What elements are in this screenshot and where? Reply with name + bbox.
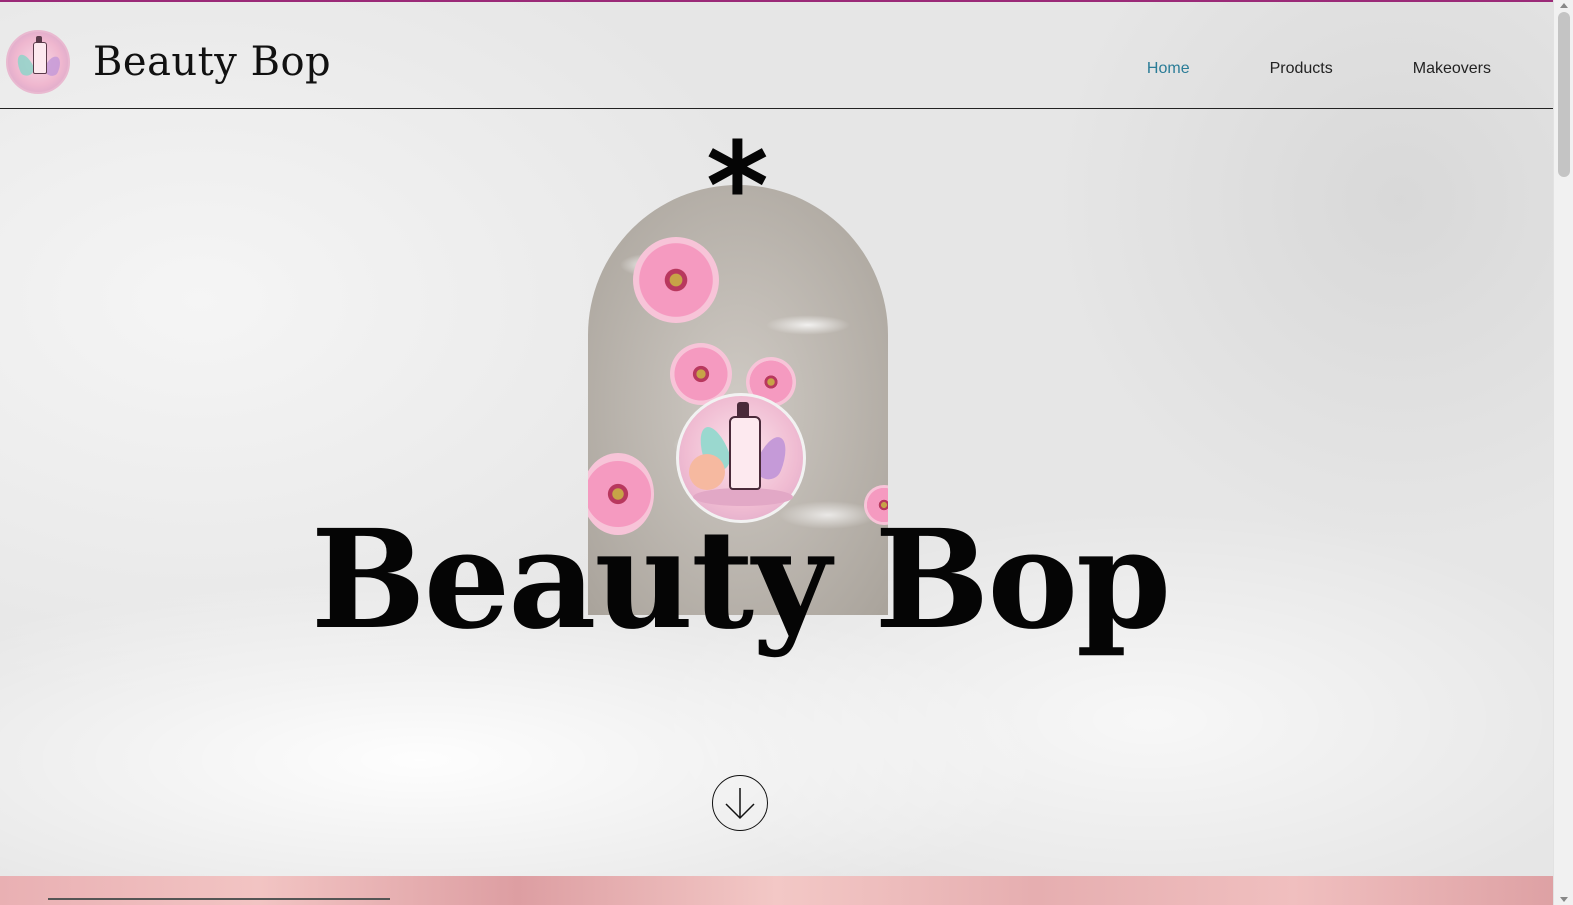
arrow-down-icon — [725, 788, 755, 820]
vertical-scrollbar[interactable] — [1553, 0, 1573, 905]
site-title[interactable]: Beauty Bop — [93, 36, 331, 88]
hero-title: Beauty Bop — [310, 500, 1171, 660]
next-section-strip — [0, 876, 1553, 905]
main-nav: Home Products Makeovers — [1067, 60, 1491, 78]
scroll-down-button[interactable] — [712, 775, 768, 831]
asterisk-decoration: * — [706, 118, 769, 257]
badge-flower-icon — [689, 454, 725, 490]
badge-bottle-icon — [729, 416, 761, 490]
nav-item-makeovers[interactable]: Makeovers — [1413, 60, 1491, 78]
scroll-down-arrow-icon[interactable] — [1560, 897, 1568, 902]
site-header: Beauty Bop Home Products Makeovers — [0, 2, 1553, 109]
bottom-divider — [48, 898, 390, 900]
site-logo[interactable] — [6, 30, 70, 94]
scroll-up-arrow-icon[interactable] — [1560, 3, 1568, 8]
nav-item-products[interactable]: Products — [1270, 60, 1333, 78]
nav-item-home[interactable]: Home — [1147, 60, 1190, 78]
scrollbar-thumb[interactable] — [1558, 12, 1570, 177]
logo-bottle-icon — [33, 42, 47, 74]
page: Beauty Bop Home Products Makeovers * Bea… — [0, 0, 1573, 905]
